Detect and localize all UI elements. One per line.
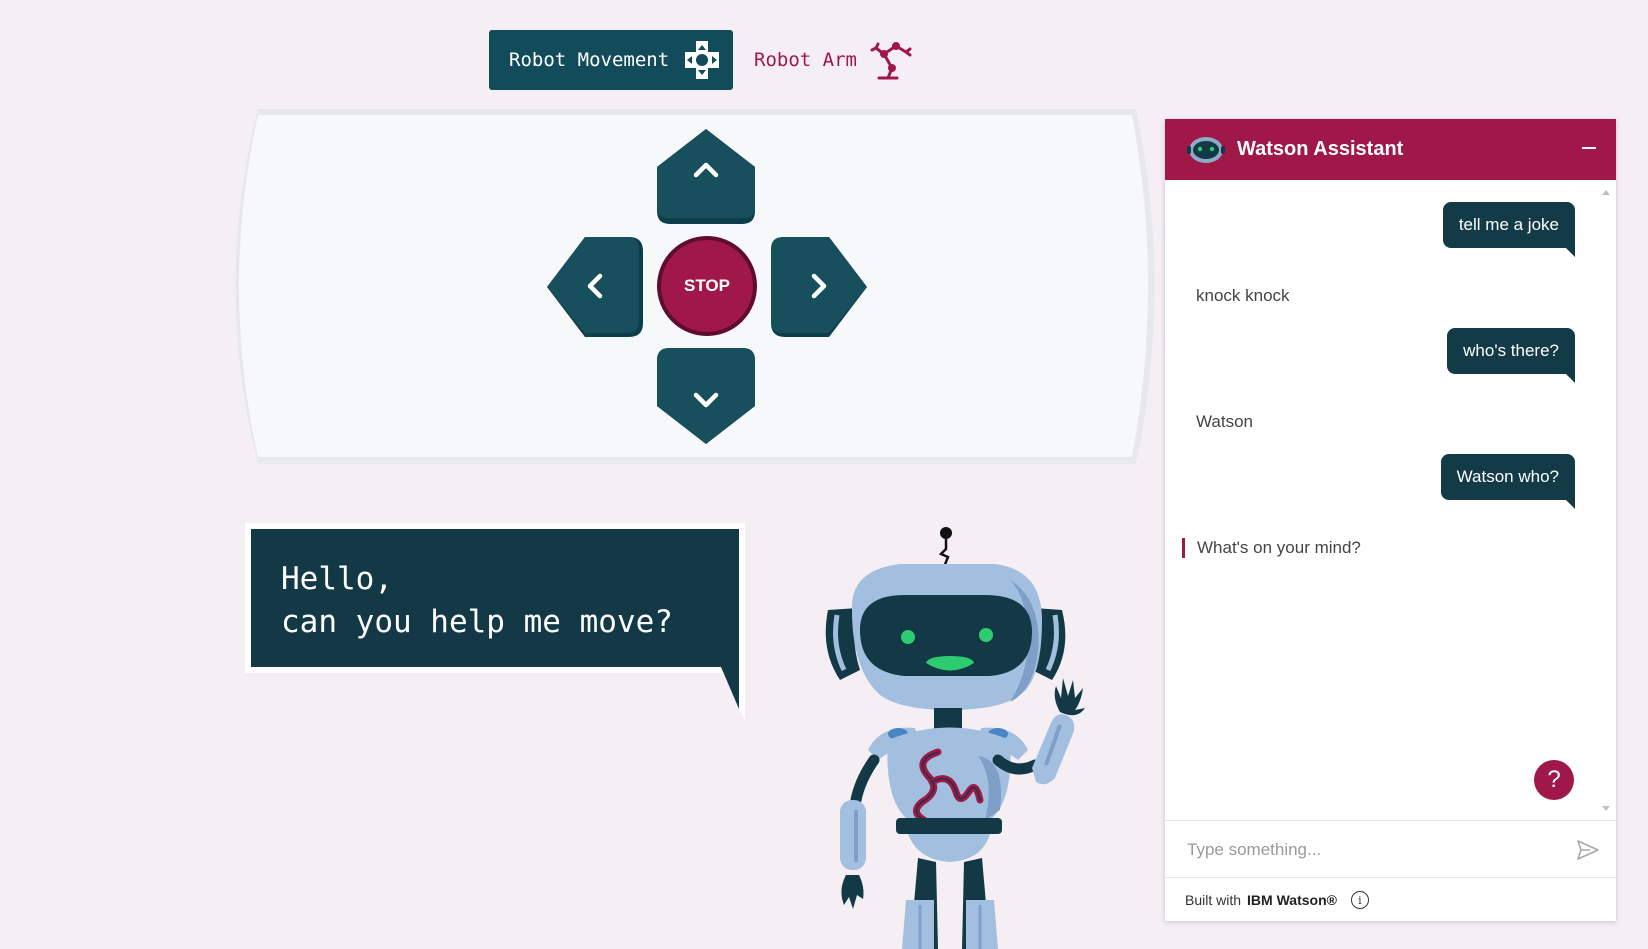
message-input[interactable] — [1187, 833, 1557, 867]
user-message: tell me a joke — [1442, 202, 1576, 257]
stop-button[interactable]: STOP — [657, 236, 757, 336]
move-right-button[interactable] — [769, 235, 869, 339]
move-down-button[interactable] — [655, 346, 757, 446]
robot-arm-icon — [870, 42, 912, 80]
info-icon[interactable]: i — [1350, 891, 1369, 909]
user-message: Watson who? — [1440, 454, 1576, 509]
chat-title: Watson Assistant — [1237, 138, 1404, 160]
tab-robot-movement[interactable]: Robot Movement — [489, 30, 733, 90]
tab-robot-arm[interactable]: Robot Arm — [754, 30, 913, 90]
minimize-button[interactable] — [1582, 147, 1596, 149]
dpad-icon — [685, 41, 720, 79]
scroll-up-arrow[interactable] — [1602, 190, 1610, 195]
move-left-button[interactable] — [545, 235, 645, 339]
scroll-down-arrow[interactable] — [1602, 806, 1610, 811]
bot-message: knock knock — [1196, 286, 1290, 305]
help-button[interactable]: ? — [1534, 760, 1574, 800]
footer-prefix: Built with — [1185, 892, 1242, 908]
send-icon[interactable] — [1576, 838, 1600, 862]
message-list[interactable]: tell me a joke knock knock who's there? … — [1165, 180, 1616, 820]
robot-illustration — [825, 527, 1085, 949]
bot-message: What's on your mind? — [1182, 538, 1361, 558]
tab-robot-arm-label: Robot Arm — [754, 49, 857, 71]
speech-bubble-text: Hello, can you help me move? — [281, 561, 673, 640]
movement-control-panel: STOP — [228, 109, 1168, 464]
bot-message: Watson — [1196, 412, 1254, 431]
message-input-row — [1165, 820, 1616, 878]
watson-assistant-chat: Watson Assistant tell me a joke knock kn… — [1165, 119, 1616, 921]
chat-header: Watson Assistant — [1165, 119, 1616, 180]
tab-robot-movement-label: Robot Movement — [509, 49, 670, 71]
move-up-button[interactable] — [655, 127, 757, 226]
chat-footer: Built with IBM Watson® i — [1185, 891, 1369, 909]
user-message: who's there? — [1447, 328, 1575, 383]
footer-brand: IBM Watson® — [1247, 892, 1337, 908]
watson-avatar-icon — [1187, 136, 1225, 163]
